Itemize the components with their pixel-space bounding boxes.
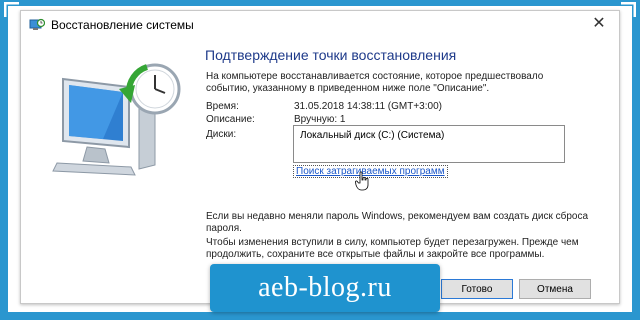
corner-decoration (621, 2, 636, 17)
description-value: Вручную: 1 (294, 114, 346, 125)
finish-button[interactable]: Готово (441, 279, 513, 299)
close-icon[interactable]: ✕ (587, 13, 611, 35)
window-title: Восстановление системы (51, 18, 194, 32)
disks-list[interactable]: Локальный диск (C:) (Система) (293, 125, 565, 163)
disk-item[interactable]: Локальный диск (C:) (Система) (300, 130, 444, 141)
time-value: 31.05.2018 14:38:11 (GMT+3:00) (294, 101, 442, 112)
title-bar: Восстановление системы ✕ (21, 11, 619, 39)
system-restore-dialog: Восстановление системы ✕ Подтверждение т… (20, 10, 620, 304)
page-heading: Подтверждение точки восстановления (205, 47, 457, 63)
description-label: Описание: (206, 114, 255, 125)
watermark-text: aeb-blog.ru (258, 272, 392, 303)
system-restore-icon (29, 18, 45, 30)
intro-text: На компьютере восстанавливается состояни… (206, 71, 544, 94)
disks-label: Диски: (206, 129, 237, 140)
cancel-button[interactable]: Отмена (519, 279, 591, 299)
watermark-banner: aeb-blog.ru (210, 264, 440, 312)
restart-note: Чтобы изменения вступили в силу, компьют… (206, 237, 579, 260)
time-label: Время: (206, 101, 239, 112)
hand-cursor-icon (355, 171, 369, 191)
corner-decoration (4, 2, 19, 17)
computer-clock-illustration (52, 63, 181, 176)
password-note: Если вы недавно меняли пароль Windows, р… (206, 211, 589, 234)
